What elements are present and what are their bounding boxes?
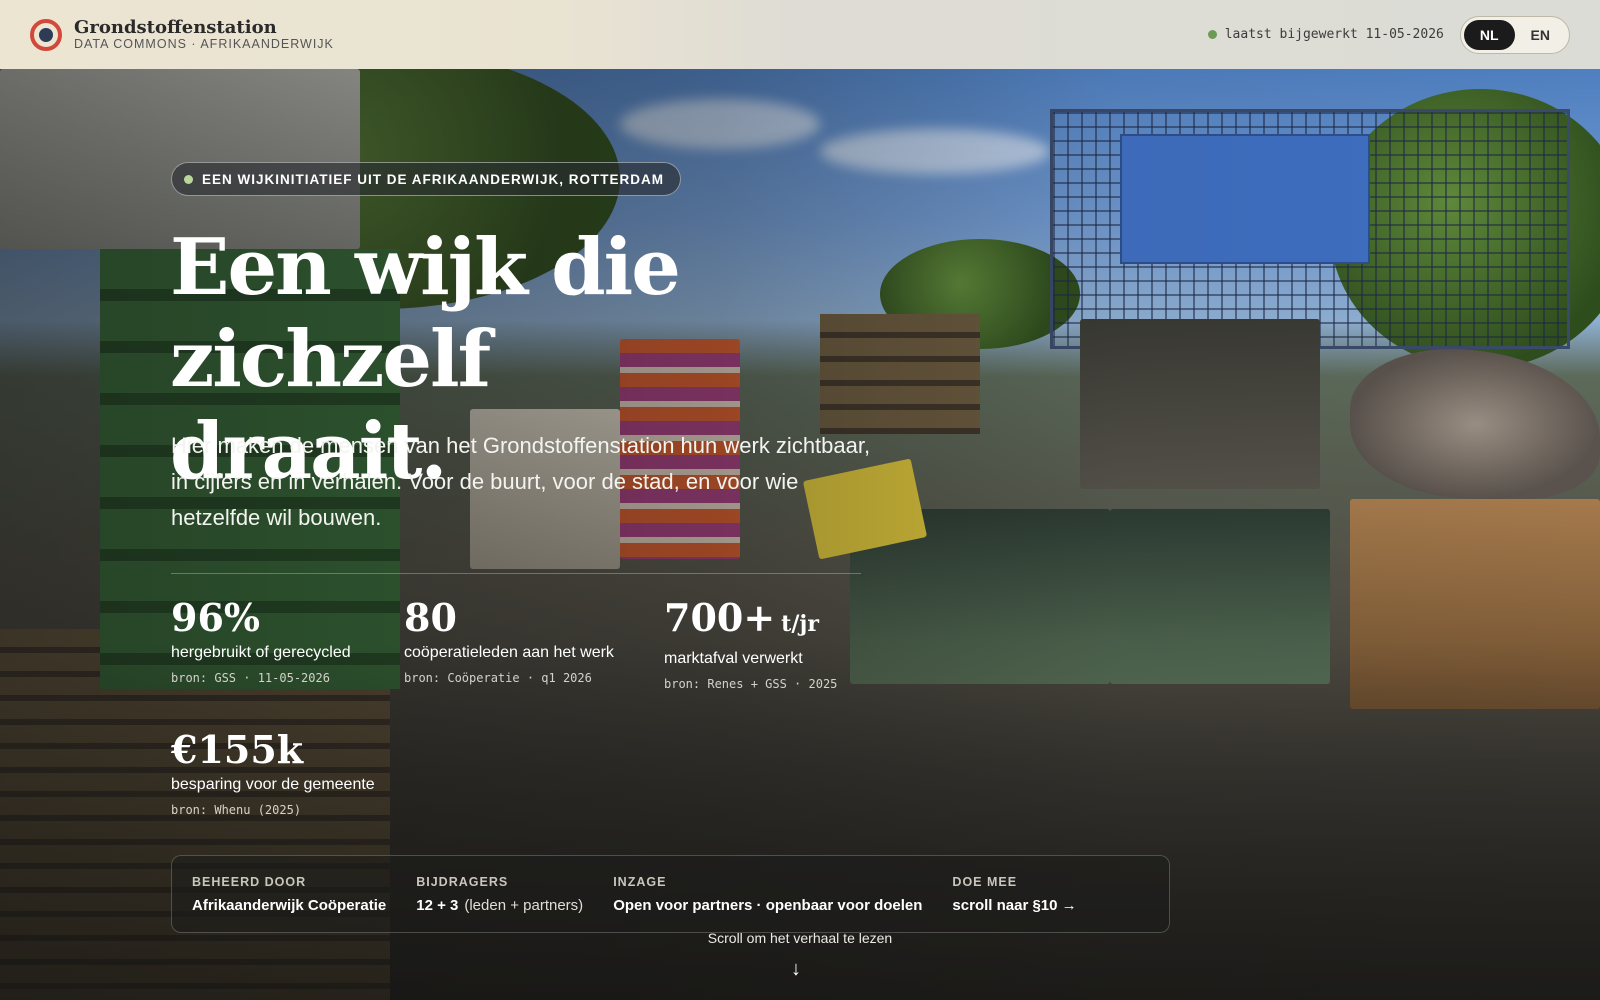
brand[interactable]: Grondstoffenstation DATA COMMONS · AFRIK…: [74, 16, 334, 52]
stat-label: marktafval verwerkt: [664, 650, 803, 667]
info-key: INZAGE: [613, 874, 667, 889]
stat-value: €155k: [171, 727, 304, 772]
info-bar: BEHEERD DOOR Afrikaanderwijk Coöperatie …: [171, 855, 1170, 933]
stat-waste: 700+ t/jr marktafval verwerkt bron: Renes…: [664, 595, 838, 692]
arrow-down-icon[interactable]: ↓: [791, 958, 801, 981]
last-updated: laatst bijgewerkt 11-05-2026: [1207, 27, 1444, 42]
hero-title-line1: Een wijk die zichzelf: [170, 222, 681, 405]
stat-value: 96%: [171, 595, 260, 640]
hero-lead: Hier maken de mensen van het Grondstoffe…: [171, 433, 871, 530]
stat-source: bron: Coöperatie · q1 2026: [404, 671, 592, 685]
stat-unit: t/jr: [781, 611, 819, 637]
info-managed-by: BEHEERD DOOR Afrikaanderwijk Coöperatie: [192, 875, 386, 914]
info-value: 12 + 3 (leden + partners): [416, 896, 584, 914]
stat-value: 80: [404, 595, 457, 640]
divider: [171, 573, 861, 574]
status-dot-icon: [1207, 30, 1217, 39]
brand-subtitle: DATA COMMONS · AFRIKAANDERWIJK: [74, 36, 334, 51]
top-bar: Grondstoffenstation DATA COMMONS · AFRIK…: [0, 0, 1600, 69]
info-key: BEHEERD DOOR: [192, 874, 307, 889]
logo-icon[interactable]: [30, 18, 62, 51]
info-value-extra: (leden + partners): [464, 896, 584, 914]
lang-en-button[interactable]: EN: [1515, 20, 1566, 50]
stat-members: 80 coöperatieleden aan het werk bron: Co…: [404, 595, 614, 686]
info-value: Open voor partners · openbaar voor doele…: [613, 896, 923, 914]
eyebrow-dot-icon: [184, 174, 193, 184]
info-join[interactable]: DOE MEE scroll naar §10 →: [952, 875, 1076, 914]
stat-source: bron: Renes + GSS · 2025: [664, 677, 838, 691]
stat-source: bron: GSS · 11-05-2026: [171, 671, 330, 685]
stat-source: bron: Whenu (2025): [171, 803, 302, 817]
stat-savings: €155k besparing voor de gemeente bron: W…: [171, 727, 375, 818]
language-toggle: NL EN: [1459, 15, 1570, 54]
info-contributors: BIJDRAGERS 12 + 3 (leden + partners): [416, 875, 583, 914]
stat-label: besparing voor de gemeente: [171, 776, 375, 793]
last-updated-text: laatst bijgewerkt 11-05-2026: [1224, 27, 1444, 42]
stat-value: 700+ t/jr: [664, 595, 819, 640]
stat-recycled: 96% hergebruikt of gerecycled bron: GSS …: [171, 595, 351, 686]
stat-label: hergebruikt of gerecycled: [171, 644, 351, 661]
info-value: Afrikaanderwijk Coöperatie: [192, 896, 387, 914]
join-link[interactable]: scroll naar §10 →: [952, 897, 1076, 914]
brand-title: Grondstoffenstation: [74, 16, 277, 38]
info-key: DOE MEE: [952, 874, 1018, 889]
scroll-hint: Scroll om het verhaal te lezen: [707, 930, 893, 946]
stat-label: coöperatieleden aan het werk: [404, 644, 614, 661]
info-access: INZAGE Open voor partners · openbaar voo…: [613, 875, 922, 914]
eyebrow-badge: EEN WIJKINITIATIEF UIT DE AFRIKAANDERWIJ…: [171, 162, 681, 196]
eyebrow-text: EEN WIJKINITIATIEF UIT DE AFRIKAANDERWIJ…: [202, 171, 664, 187]
lang-nl-button[interactable]: NL: [1463, 19, 1515, 50]
info-key: BIJDRAGERS: [416, 874, 509, 889]
